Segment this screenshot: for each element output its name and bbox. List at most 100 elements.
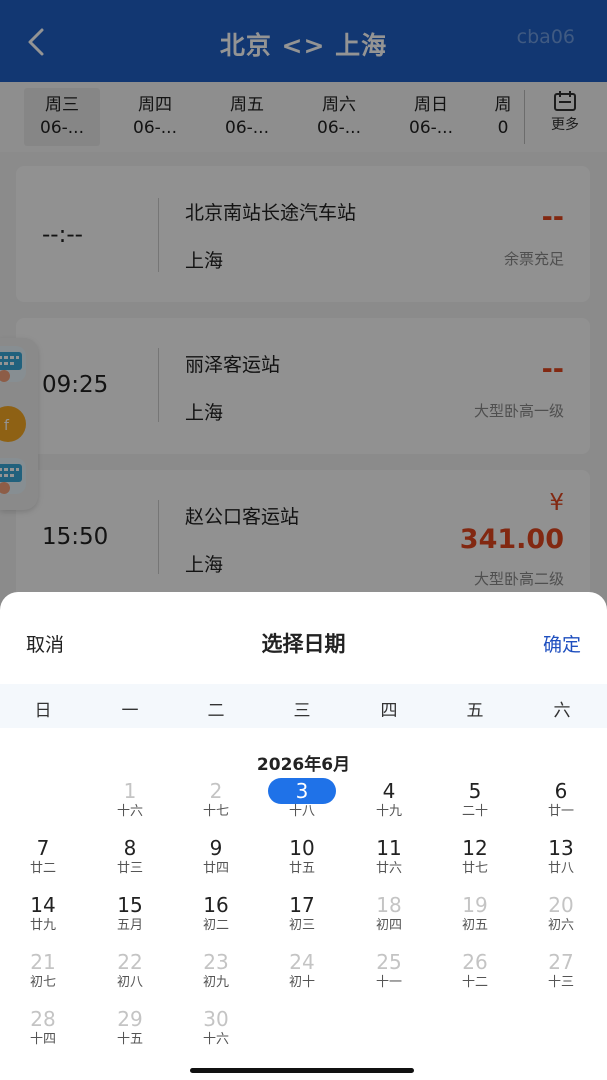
day-number: 10 (289, 836, 315, 860)
lunar-date: 十七 (202, 804, 229, 819)
calendar-day[interactable]: 16 初二 (176, 892, 256, 946)
day-number: 6 (554, 779, 568, 803)
lunar-date: 廿七 (461, 861, 488, 876)
day-number: 28 (30, 1007, 56, 1031)
calendar-day[interactable]: 1 十六 (90, 778, 170, 832)
day-number: 23 (203, 950, 229, 974)
day-number: 18 (376, 893, 402, 917)
day-number: 4 (382, 779, 396, 803)
day-number: 26 (462, 950, 488, 974)
day-number: 5 (468, 779, 482, 803)
day-number: 16 (203, 893, 229, 917)
calendar-day[interactable]: 7 廿二 (3, 835, 83, 889)
day-number: 14 (30, 893, 56, 917)
day-number: 11 (376, 836, 402, 860)
lunar-date: 十四 (29, 1032, 56, 1047)
date-picker-sheet: 取消 选择日期 确定 日 一 二 三 四 五 六 2026年6月 1 十六 2 十七 3… (0, 592, 607, 1056)
day-number: 22 (117, 950, 143, 974)
lunar-date: 二十 (461, 804, 488, 819)
day-number: 30 (203, 1007, 229, 1031)
lunar-date: 初二 (202, 918, 229, 933)
calendar-day[interactable]: 21 初七 (3, 949, 83, 1003)
weekday-label: 二 (207, 701, 225, 721)
lunar-date: 五月 (116, 918, 143, 933)
calendar-day[interactable]: 29 十五 (90, 1006, 170, 1060)
lunar-date: 廿五 (288, 861, 315, 876)
day-number: 17 (289, 893, 315, 917)
calendar-day[interactable]: 26 十二 (435, 949, 515, 1003)
calendar-day[interactable]: 30 十六 (176, 1006, 256, 1060)
lunar-date: 初六 (547, 918, 574, 933)
lunar-date: 廿四 (202, 861, 229, 876)
lunar-date: 十二 (461, 975, 488, 990)
lunar-date: 十五 (116, 1032, 143, 1047)
calendar-day[interactable]: 2 十七 (176, 778, 256, 832)
day-number: 13 (548, 836, 574, 860)
calendar-day[interactable]: 20 初六 (521, 892, 601, 946)
lunar-date: 廿八 (547, 861, 574, 876)
calendar-day[interactable]: 24 初十 (262, 949, 342, 1003)
calendar-day[interactable]: 11 廿六 (349, 835, 429, 889)
picker-title: 选择日期 (261, 632, 346, 656)
day-number: 27 (548, 950, 574, 974)
weekday-header: 日 一 二 三 四 五 六 (0, 684, 607, 728)
day-number: 3 (268, 778, 336, 804)
lunar-date: 初四 (375, 918, 402, 933)
calendar-day[interactable]: 25 十一 (349, 949, 429, 1003)
calendar-day[interactable]: 17 初三 (262, 892, 342, 946)
calendar-day[interactable]: 10 廿五 (262, 835, 342, 889)
lunar-date: 廿二 (29, 861, 56, 876)
calendar-day[interactable]: 12 廿七 (435, 835, 515, 889)
day-number: 9 (209, 836, 223, 860)
lunar-date: 初八 (116, 975, 143, 990)
weekday-label: 六 (553, 701, 571, 721)
calendar-day[interactable]: 4 十九 (349, 778, 429, 832)
confirm-button[interactable]: 确定 (543, 630, 581, 657)
calendar-day[interactable]: 14 廿九 (3, 892, 83, 946)
day-number: 7 (36, 836, 50, 860)
weekday-label: 日 (34, 701, 52, 721)
calendar-day[interactable]: 9 廿四 (176, 835, 256, 889)
day-number: 24 (289, 950, 315, 974)
day-number: 25 (376, 950, 402, 974)
lunar-date: 初七 (29, 975, 56, 990)
calendar-day[interactable]: 18 初四 (349, 892, 429, 946)
lunar-date: 初五 (461, 918, 488, 933)
calendar-day[interactable]: 22 初八 (90, 949, 170, 1003)
home-indicator (190, 1068, 414, 1073)
lunar-date: 十八 (288, 804, 315, 819)
lunar-date: 廿三 (116, 861, 143, 876)
calendar-day[interactable]: 8 廿三 (90, 835, 170, 889)
weekday-label: 三 (293, 701, 311, 721)
calendar-day[interactable]: 15 五月 (90, 892, 170, 946)
day-number: 20 (548, 893, 574, 917)
lunar-date: 廿九 (29, 918, 56, 933)
lunar-date: 廿一 (547, 804, 574, 819)
calendar-day[interactable]: 6 廿一 (521, 778, 601, 832)
lunar-date: 十三 (547, 975, 574, 990)
calendar-day[interactable]: 27 十三 (521, 949, 601, 1003)
calendar-day[interactable]: 28 十四 (3, 1006, 83, 1060)
weekday-label: 一 (121, 701, 139, 721)
lunar-date: 十九 (375, 804, 402, 819)
calendar-day[interactable]: 19 初五 (435, 892, 515, 946)
lunar-date: 十六 (116, 804, 143, 819)
cancel-button[interactable]: 取消 (26, 630, 64, 657)
lunar-date: 初三 (288, 918, 315, 933)
day-number: 15 (117, 893, 143, 917)
day-number: 12 (462, 836, 488, 860)
weekday-label: 四 (380, 701, 398, 721)
calendar-day[interactable]: 23 初九 (176, 949, 256, 1003)
weekday-label: 五 (466, 701, 484, 721)
calendar-day-selected[interactable]: 3 十八 (262, 778, 342, 832)
lunar-date: 十六 (202, 1032, 229, 1047)
day-number: 19 (462, 893, 488, 917)
day-number: 29 (117, 1007, 143, 1031)
month-label: 2026年6月 (256, 755, 351, 775)
lunar-date: 初九 (202, 975, 229, 990)
day-number: 21 (30, 950, 56, 974)
day-number: 8 (123, 836, 137, 860)
calendar-day[interactable]: 5 二十 (435, 778, 515, 832)
calendar-day[interactable]: 13 廿八 (521, 835, 601, 889)
lunar-date: 十一 (375, 975, 402, 990)
